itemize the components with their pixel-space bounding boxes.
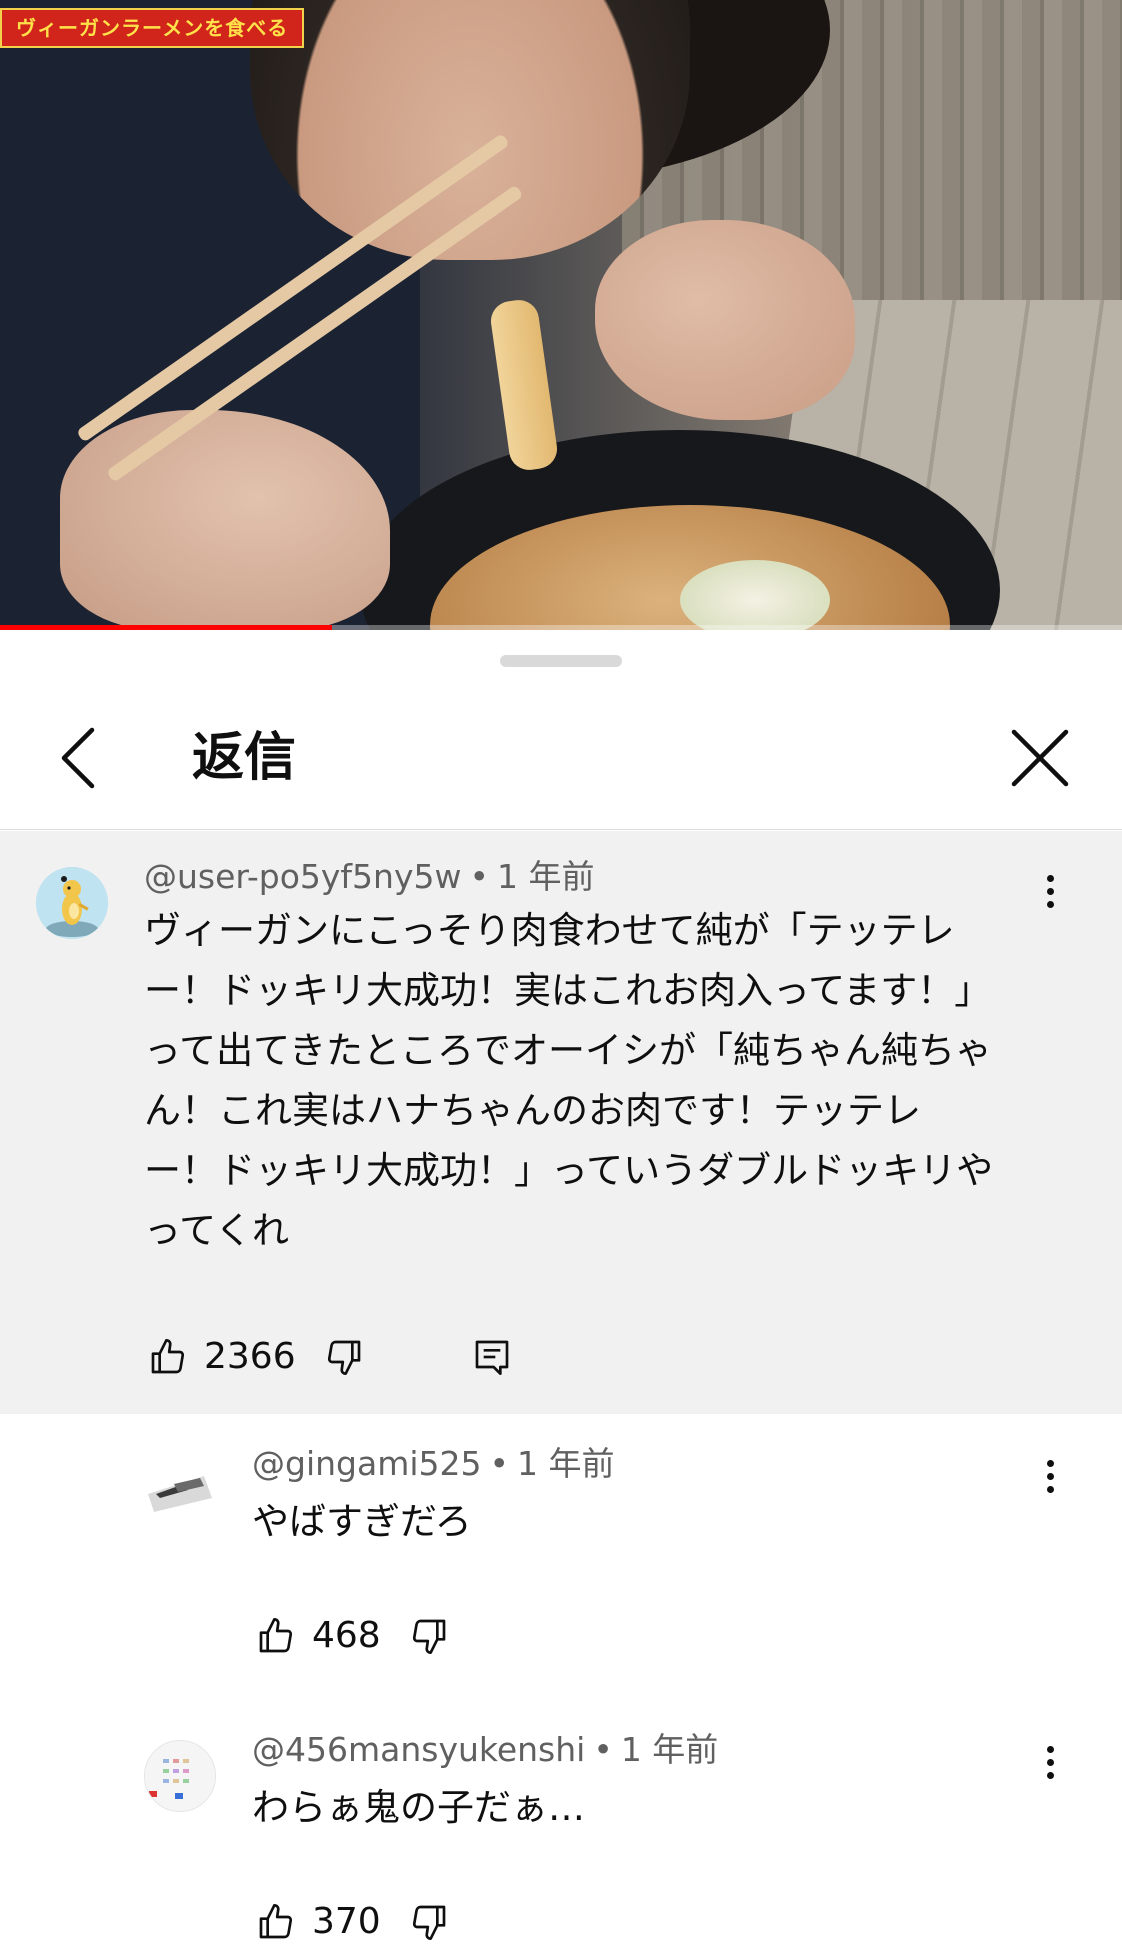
video-noodle: [488, 297, 560, 473]
close-icon: [1011, 729, 1069, 787]
video-progress-fill: [0, 625, 333, 630]
comment-text: やばすぎだろ: [252, 1500, 472, 1543]
like-count: 370: [312, 1901, 381, 1942]
more-options-button[interactable]: [1030, 869, 1070, 929]
comment-text-line: ー！ドッキリ大成功！実はこれお肉入ってます！」: [144, 969, 992, 1012]
like-count: 2366: [204, 1336, 296, 1377]
avatar[interactable]: [36, 867, 108, 939]
reply-comment: @gingami525 • 1 年前 やばすぎだろ 468: [0, 1414, 1122, 1656]
avatar[interactable]: [144, 1740, 216, 1812]
more-options-button[interactable]: [1030, 1740, 1070, 1800]
video-progress-bar[interactable]: [0, 625, 1122, 630]
avatar-photo-icon: [144, 1454, 216, 1526]
thumbs-down-icon: [327, 1340, 360, 1375]
video-person-hand: [595, 220, 855, 420]
comment-time: 1 年前: [516, 1444, 615, 1483]
video-title-overlay: ヴィーガンラーメンを食べる: [0, 8, 305, 48]
meta-separator: •: [469, 857, 489, 896]
comment-actions: 468: [252, 1606, 453, 1666]
thumbs-up-icon: [259, 1904, 293, 1939]
more-vertical-icon: [1030, 1460, 1070, 1493]
avatar[interactable]: [144, 1454, 216, 1526]
reply-comment: @456mansyukenshi • 1 年前 わらぁ鬼の子だぁ… 370: [0, 1700, 1122, 1952]
more-options-button[interactable]: [1030, 1454, 1070, 1514]
video-player[interactable]: ヴィーガンラーメンを食べる: [0, 0, 1122, 630]
thumbs-down-icon: [412, 1619, 446, 1654]
drag-handle[interactable]: [500, 655, 622, 667]
comment-text: ヴィーガンにこっそり肉食わせて純が「テッテレ ー！ドッキリ大成功！実はこれお肉入…: [144, 901, 993, 1261]
close-button[interactable]: [1000, 718, 1080, 798]
meta-separator: •: [593, 1730, 613, 1769]
comment-meta: @user-po5yf5ny5w • 1 年前: [144, 855, 594, 899]
like-button[interactable]: [252, 1898, 300, 1946]
comment-time: 1 年前: [620, 1730, 719, 1769]
comment-meta: @456mansyukenshi • 1 年前: [252, 1728, 718, 1772]
avatar-pokemon-icon: [36, 867, 108, 939]
back-button[interactable]: [52, 718, 112, 798]
sheet-title: 返信: [192, 728, 297, 788]
chevron-left-icon: [61, 727, 95, 789]
video-cabbage: [680, 560, 830, 630]
more-vertical-icon: [1030, 1746, 1070, 1779]
like-count: 468: [312, 1615, 381, 1656]
meta-separator: •: [489, 1444, 509, 1483]
comment-icon: [475, 1340, 508, 1375]
comment-text-line: ヴィーガンにこっそり肉食わせて純が「テッテレ: [144, 909, 955, 952]
comment-text: わらぁ鬼の子だぁ…: [252, 1786, 585, 1829]
comment-text-line: ー！ドッキリ大成功！」っていうダブルドッキリや: [144, 1149, 994, 1192]
like-button[interactable]: [252, 1612, 300, 1660]
comment-author[interactable]: @gingami525: [252, 1444, 482, 1483]
dislike-button[interactable]: [405, 1612, 453, 1660]
comment-actions: 370: [252, 1892, 453, 1952]
thumbs-up-icon: [259, 1618, 293, 1653]
comment-meta: @gingami525 • 1 年前: [252, 1442, 614, 1486]
comment-text-line: ってくれ: [144, 1209, 290, 1252]
thumbs-down-icon: [412, 1905, 446, 1940]
like-button[interactable]: [144, 1333, 192, 1381]
more-vertical-icon: [1030, 875, 1070, 908]
comment-time: 1 年前: [496, 857, 595, 896]
replies-sheet: 返信 @user-po5yf5ny5w • 1 年前 ヴィーガンにこっそり肉食わ…: [0, 632, 1122, 1952]
dislike-button[interactable]: [320, 1333, 368, 1381]
parent-comment: @user-po5yf5ny5w • 1 年前 ヴィーガンにこっそり肉食わせて純が「…: [0, 831, 1122, 1414]
avatar-screenshot-icon: [145, 1741, 215, 1811]
comment-actions: 2366: [144, 1327, 516, 1387]
thumbs-up-icon: [151, 1339, 185, 1374]
comment-text-line: ん！これ実はハナちゃんのお肉です！テッテレ: [144, 1089, 921, 1132]
dislike-button[interactable]: [405, 1898, 453, 1946]
comment-author[interactable]: @user-po5yf5ny5w: [144, 857, 461, 896]
comment-author[interactable]: @456mansyukenshi: [252, 1730, 585, 1769]
reply-button[interactable]: [468, 1333, 516, 1381]
sheet-header: 返信: [0, 668, 1122, 830]
comment-text-line: って出てきたところでオーイシが「純ちゃん純ちゃ: [144, 1029, 993, 1072]
